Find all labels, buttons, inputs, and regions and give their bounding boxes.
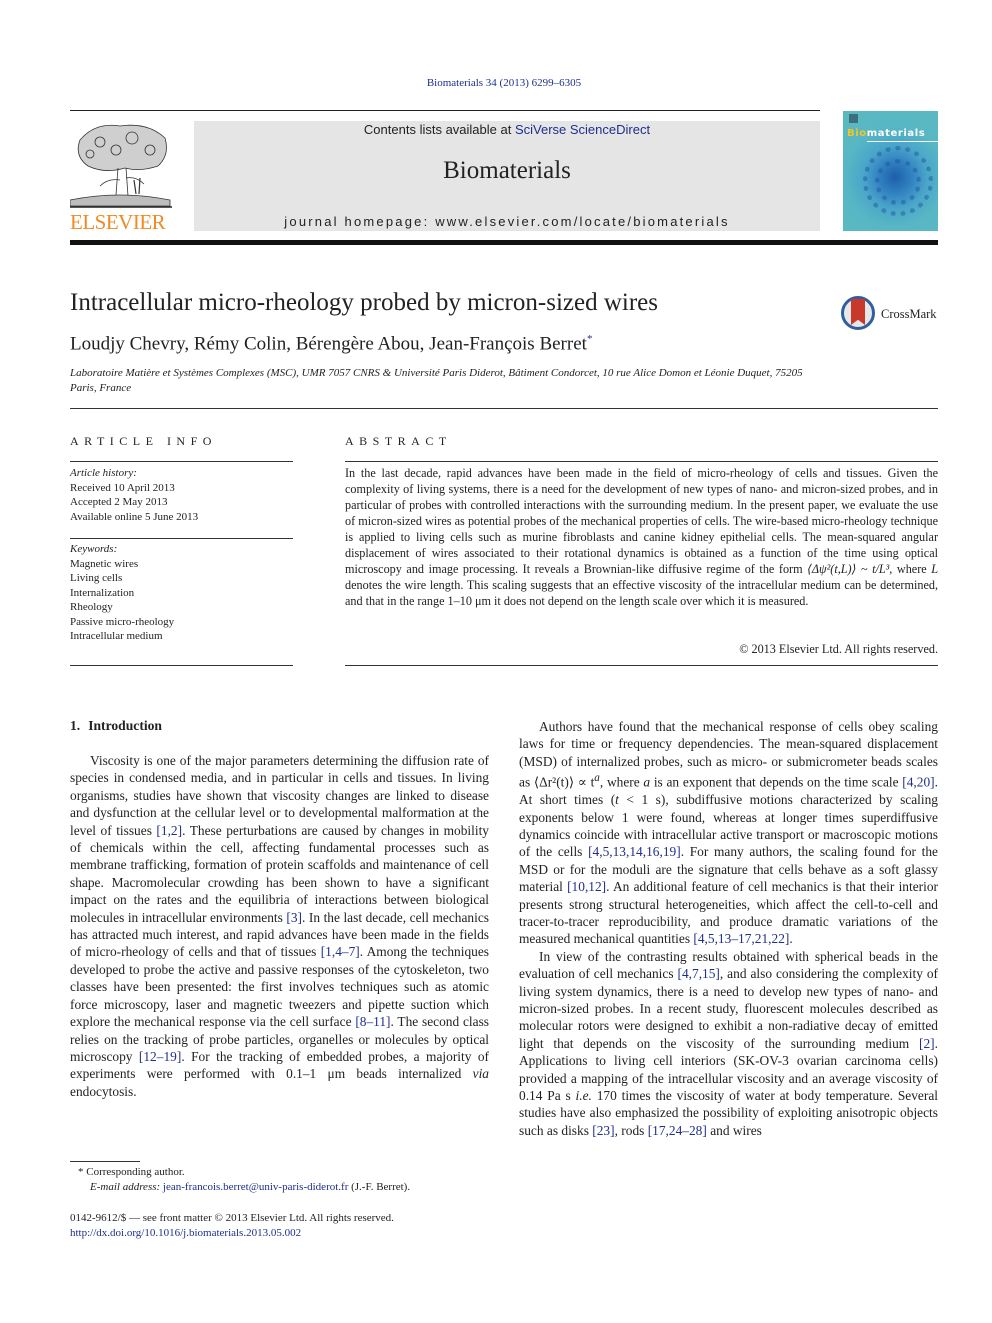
contents-available-line: Contents lists available at SciVerse Sci… bbox=[194, 122, 820, 137]
cover-title-highlight: Bio bbox=[847, 128, 867, 139]
citation-link[interactable]: [4,5,13–17,21,22] bbox=[693, 931, 789, 946]
abstract-part: denotes the wire length. This scaling su… bbox=[345, 578, 938, 608]
article-history-label: Article history: bbox=[70, 467, 137, 479]
footnote-rule bbox=[70, 1161, 140, 1162]
email-suffix: (J.-F. Berret). bbox=[351, 1181, 411, 1193]
footnote-mark: * bbox=[78, 1166, 84, 1178]
citation-link[interactable]: [2] bbox=[919, 1036, 935, 1051]
abstract-copyright: © 2013 Elsevier Ltd. All rights reserved… bbox=[739, 642, 938, 656]
journal-cover-image[interactable]: Biomaterials bbox=[843, 111, 938, 231]
keywords-label: Keywords: bbox=[70, 543, 118, 555]
author-list: Loudjy Chevry, Rémy Colin, Bérengère Abo… bbox=[70, 333, 592, 355]
citation-link[interactable]: [1,4–7] bbox=[321, 944, 360, 959]
section-heading-introduction: 1. Introduction bbox=[70, 718, 162, 734]
elsevier-logo[interactable]: ELSEVIER bbox=[70, 120, 172, 234]
cover-title-underline bbox=[867, 141, 938, 142]
elsevier-wordmark: ELSEVIER bbox=[70, 210, 166, 234]
superscript-text: a bbox=[594, 772, 600, 785]
footnote: * Corresponding author. E-mail address: … bbox=[70, 1165, 490, 1195]
citation-link[interactable]: [8–11] bbox=[355, 1014, 390, 1029]
keyword-item: Rheology bbox=[70, 601, 113, 613]
italic-text: via bbox=[472, 1066, 489, 1082]
keywords-block: Keywords: Magnetic wires Living cells In… bbox=[70, 542, 293, 644]
crossmark-label: CrossMark bbox=[881, 307, 937, 321]
corresponding-author-note: * Corresponding author. bbox=[70, 1165, 490, 1180]
journal-homepage-link[interactable]: journal homepage: www.elsevier.com/locat… bbox=[194, 214, 820, 229]
author-affiliation: Laboratoire Matière et Systèmes Complexe… bbox=[70, 367, 803, 394]
crossmark-button[interactable]: CrossMark bbox=[841, 296, 941, 336]
issn-line: 0142-9612/$ — see front matter © 2013 El… bbox=[70, 1212, 394, 1224]
citation-link[interactable]: [3] bbox=[286, 910, 302, 925]
citation-link[interactable]: [17,24–28] bbox=[648, 1123, 707, 1138]
corresponding-label: Corresponding author. bbox=[86, 1166, 185, 1178]
citation-link[interactable]: [4,5,13,14,16,19] bbox=[588, 844, 681, 859]
article-info-heading: ARTICLE INFO bbox=[70, 434, 217, 448]
contents-prefix: Contents lists available at bbox=[363, 122, 515, 137]
italic-text: t bbox=[615, 792, 619, 808]
authors-text: Loudjy Chevry, Rémy Colin, Bérengère Abo… bbox=[70, 333, 587, 355]
article-title: Intracellular micro-rheology probed by m… bbox=[70, 289, 658, 316]
header-bottom-rule bbox=[70, 240, 938, 245]
email-link[interactable]: jean-francois.berret@univ-paris-diderot.… bbox=[163, 1181, 348, 1193]
history-received: Received 10 April 2013 bbox=[70, 481, 175, 494]
doi-link[interactable]: http://dx.doi.org/10.1016/j.biomaterials… bbox=[70, 1227, 301, 1239]
history-accepted: Accepted 2 May 2013 bbox=[70, 496, 168, 508]
keyword-item: Magnetic wires bbox=[70, 557, 139, 570]
corresponding-author-mark[interactable]: * bbox=[587, 333, 593, 345]
citation-link[interactable]: [12–19] bbox=[139, 1049, 181, 1064]
title-divider bbox=[70, 408, 938, 409]
section-title: Introduction bbox=[88, 718, 162, 733]
citation-link[interactable]: [4,20] bbox=[902, 775, 934, 790]
abstract-part: In the last decade, rapid advances have … bbox=[345, 466, 938, 576]
article-info-rule bbox=[70, 461, 293, 462]
abstract-rule bbox=[345, 665, 938, 666]
abstract-text: In the last decade, rapid advances have … bbox=[345, 465, 938, 609]
citation-link[interactable]: [23] bbox=[592, 1123, 614, 1138]
citation-link[interactable]: [10,12] bbox=[567, 879, 606, 894]
cover-title-rest: materials bbox=[866, 128, 926, 139]
abstract-formula: ⟨Δψ²(t,L)⟩ ~ t/L³ bbox=[807, 562, 890, 576]
body-column-left: Viscosity is one of the major parameters… bbox=[70, 752, 489, 1100]
body-column-right: Authors have found that the mechanical r… bbox=[519, 718, 938, 1139]
journal-citation-link[interactable]: Biomaterials 34 (2013) 6299–6305 bbox=[0, 77, 992, 89]
article-info-rule bbox=[70, 665, 293, 666]
abstract-rule bbox=[345, 461, 938, 462]
journal-name: Biomaterials bbox=[443, 157, 571, 184]
abstract-heading: ABSTRACT bbox=[345, 434, 452, 448]
cover-elsevier-mark bbox=[849, 114, 858, 123]
paragraph: In view of the contrasting results obtai… bbox=[519, 948, 938, 1138]
italic-text: a bbox=[643, 774, 651, 790]
elsevier-tree-icon bbox=[70, 124, 172, 208]
front-matter: 0142-9612/$ — see front matter © 2013 El… bbox=[70, 1211, 490, 1241]
paragraph: Authors have found that the mechanical r… bbox=[519, 719, 938, 947]
italic-text: i.e. bbox=[575, 1088, 592, 1103]
email-line: E-mail address: jean-francois.berret@uni… bbox=[70, 1180, 490, 1195]
keyword-item: Intracellular medium bbox=[70, 630, 163, 642]
section-number: 1. bbox=[70, 718, 81, 733]
keyword-item: Living cells bbox=[70, 572, 123, 584]
article-info-rule bbox=[70, 538, 293, 539]
cover-title: Biomaterials bbox=[847, 128, 925, 139]
abstract-part: , where bbox=[889, 562, 932, 576]
header-top-rule bbox=[70, 110, 820, 111]
article-history: Article history: Received 10 April 2013 … bbox=[70, 466, 293, 524]
cover-pattern-ring bbox=[875, 159, 921, 205]
keyword-item: Internalization bbox=[70, 586, 135, 599]
citation-link[interactable]: [1,2] bbox=[156, 823, 182, 838]
journal-masthead: Contents lists available at SciVerse Sci… bbox=[194, 121, 820, 231]
sciencedirect-link[interactable]: SciVerse ScienceDirect bbox=[515, 122, 650, 137]
keyword-item: Passive micro-rheology bbox=[70, 615, 175, 628]
email-label: E-mail address: bbox=[90, 1181, 161, 1193]
abstract-variable: L bbox=[931, 562, 939, 576]
paragraph: Viscosity is one of the major parameters… bbox=[70, 753, 490, 1099]
citation-link[interactable]: [4,7,15] bbox=[678, 966, 720, 981]
history-online: Available online 5 June 2013 bbox=[70, 510, 199, 523]
